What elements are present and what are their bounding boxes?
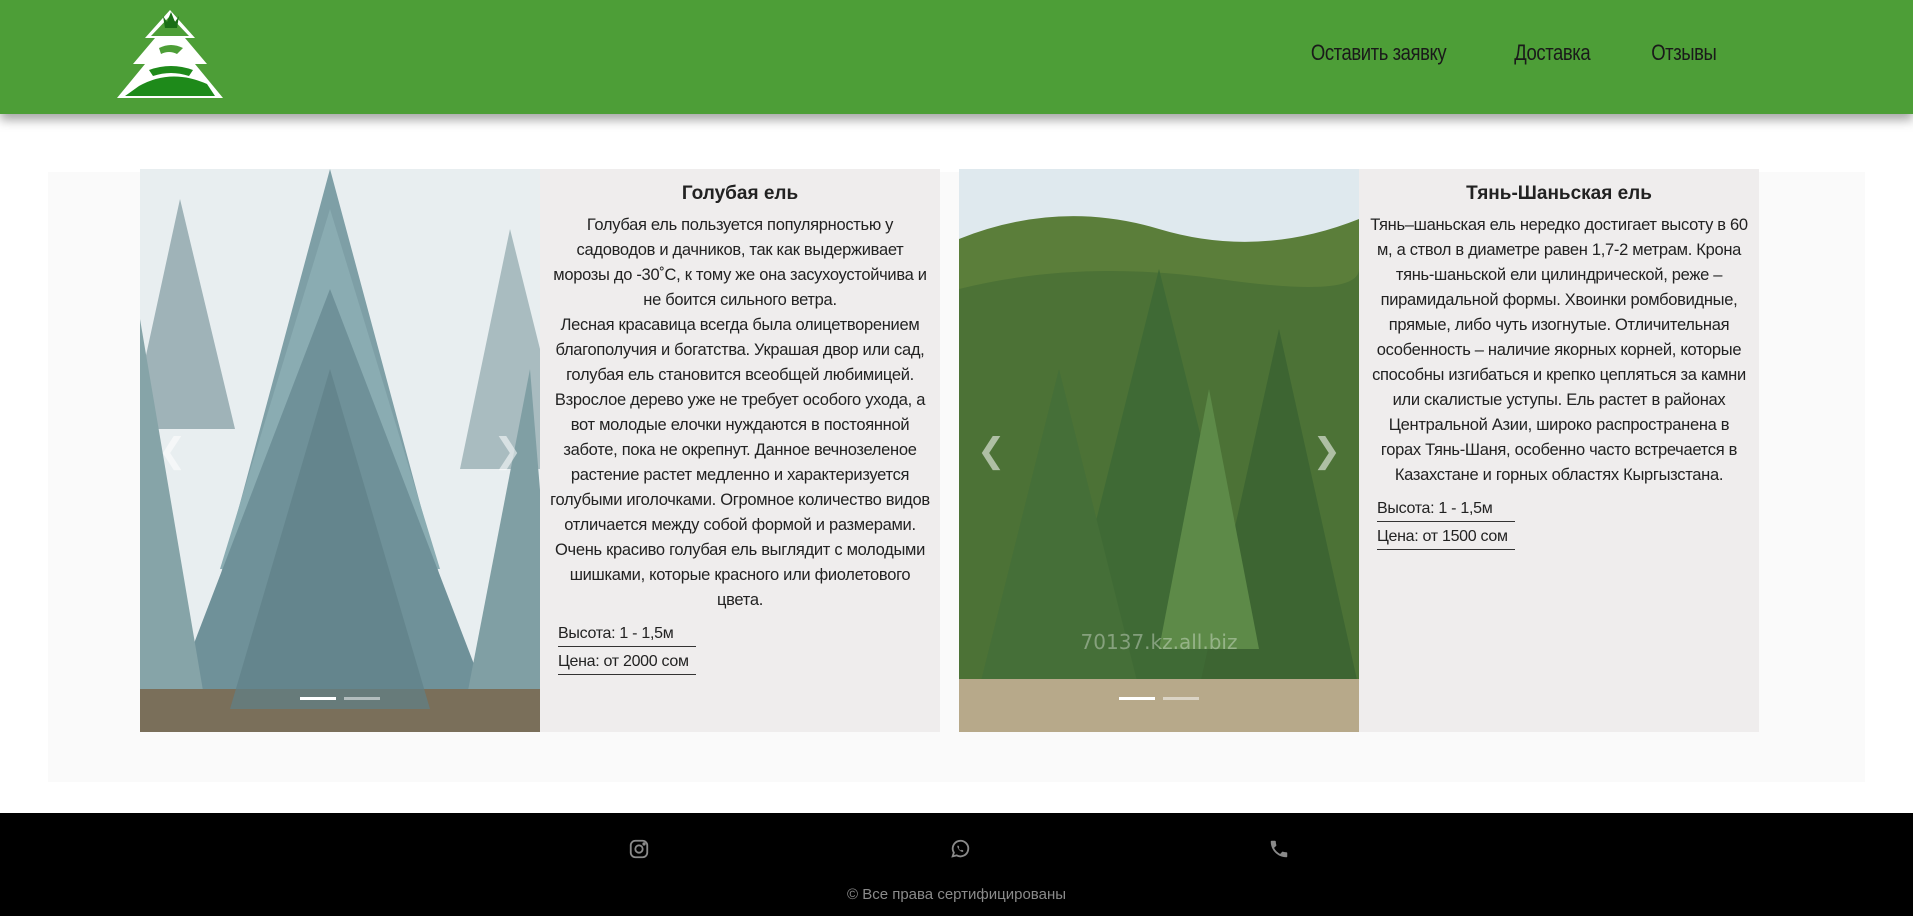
carousel-indicator[interactable] xyxy=(1119,697,1155,700)
product-card-tianshan-spruce: 70137.kz.all.biz ❮ ❯ Тянь-Шаньская ель Т… xyxy=(959,169,1759,732)
site-header: Оставить заявку Доставка Отзывы xyxy=(0,0,1913,114)
product-info: Голубая ель Голубая ель пользуется попул… xyxy=(540,169,940,732)
carousel-next-arrow[interactable]: ❯ xyxy=(1313,434,1342,468)
product-info: Тянь-Шаньская ель Тянь–шаньская ель нере… xyxy=(1359,169,1759,732)
nav-item-reviews[interactable]: Отзывы xyxy=(1652,40,1718,66)
tree-logo[interactable] xyxy=(111,8,229,106)
nav-item-delivery[interactable]: Доставка xyxy=(1514,40,1590,66)
carousel-indicator[interactable] xyxy=(1163,697,1199,700)
carousel-indicators xyxy=(140,697,540,700)
product-title: Голубая ель xyxy=(681,183,799,204)
product-height: Высота: 1 - 1,5м xyxy=(1377,494,1515,522)
product-description: Голубая ель пользуется популярностью у с… xyxy=(550,216,930,609)
whatsapp-icon[interactable] xyxy=(949,838,971,865)
carousel-indicator[interactable] xyxy=(300,697,336,700)
product-card-blue-spruce: ❮ ❯ Голубая ель Голубая ель пользуется п… xyxy=(140,169,940,732)
product-carousel: 70137.kz.all.biz ❮ ❯ xyxy=(959,169,1359,732)
product-price: Цена: от 2000 сом xyxy=(558,647,696,675)
carousel-indicator[interactable] xyxy=(344,697,380,700)
carousel-next-arrow[interactable]: ❯ xyxy=(494,434,523,468)
copyright-text: © Все права сертифицированы xyxy=(846,886,1067,903)
carousel-prev-arrow[interactable]: ❮ xyxy=(158,434,187,468)
blue-spruce-photo xyxy=(140,169,540,732)
carousel-prev-arrow[interactable]: ❮ xyxy=(977,434,1006,468)
product-price: Цена: от 1500 сом xyxy=(1377,522,1515,550)
photo-watermark: 70137.kz.all.biz xyxy=(1080,630,1238,654)
product-carousel: ❮ ❯ xyxy=(140,169,540,732)
carousel-indicators xyxy=(959,697,1359,700)
nav-item-request[interactable]: Оставить заявку xyxy=(1311,40,1447,66)
product-description: Тянь–шаньская ель нередко достигает высо… xyxy=(1370,216,1748,484)
phone-icon[interactable] xyxy=(1268,838,1290,865)
main-nav: Оставить заявку Доставка Отзывы xyxy=(1298,40,1723,66)
product-title: Тянь-Шаньская ель xyxy=(1466,183,1652,204)
instagram-icon[interactable] xyxy=(628,838,650,865)
product-height: Высота: 1 - 1,5м xyxy=(558,619,696,647)
